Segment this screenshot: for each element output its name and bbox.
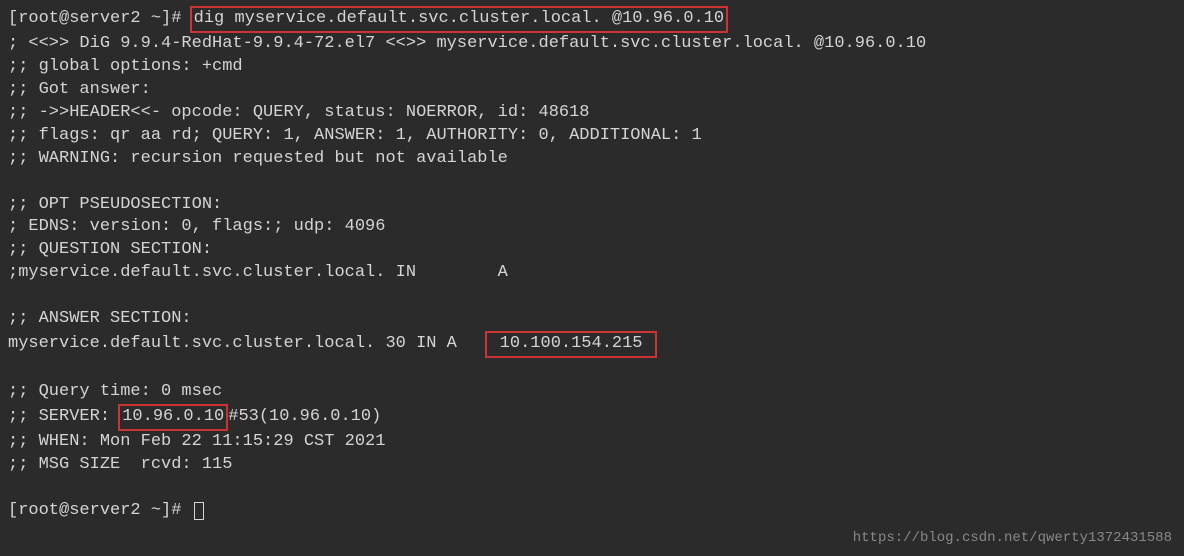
warning-line: ;; WARNING: recursion requested but not … (8, 148, 1176, 171)
blank-line (8, 477, 1176, 500)
question-header-line: ;; QUESTION SECTION: (8, 239, 1176, 262)
prompt-prefix: [root@server2 ~]# (8, 501, 192, 520)
command-highlight: dig myservice.default.svc.cluster.local.… (190, 6, 729, 33)
global-options-line: ;; global options: +cmd (8, 56, 1176, 79)
prompt-line-1[interactable]: [root@server2 ~]# dig myservice.default.… (8, 6, 1176, 33)
opt-section-line: ;; OPT PSEUDOSECTION: (8, 194, 1176, 217)
answer-record-line: myservice.default.svc.cluster.local. 30 … (8, 331, 1176, 358)
blank-line (8, 285, 1176, 308)
answer-prefix: myservice.default.svc.cluster.local. 30 … (8, 334, 487, 353)
blank-line (8, 358, 1176, 381)
prompt-prefix: [root@server2 ~]# (8, 9, 192, 28)
flags-line: ;; flags: qr aa rd; QUERY: 1, ANSWER: 1,… (8, 125, 1176, 148)
question-record-line: ;myservice.default.svc.cluster.local. IN… (8, 262, 1176, 285)
server-ip-highlight: 10.96.0.10 (118, 404, 228, 431)
terminal-output: [root@server2 ~]# dig myservice.default.… (6, 4, 1178, 525)
when-line: ;; WHEN: Mon Feb 22 11:15:29 CST 2021 (8, 431, 1176, 454)
server-line: ;; SERVER: 10.96.0.10#53(10.96.0.10) (8, 404, 1176, 431)
answer-header-line: ;; ANSWER SECTION: (8, 308, 1176, 331)
watermark-text: https://blog.csdn.net/qwerty1372431588 (853, 529, 1172, 548)
prompt-line-2[interactable]: [root@server2 ~]# (8, 500, 1176, 523)
blank-line (8, 171, 1176, 194)
dig-version-line: ; <<>> DiG 9.9.4-RedHat-9.9.4-72.el7 <<>… (8, 33, 1176, 56)
msg-size-line: ;; MSG SIZE rcvd: 115 (8, 454, 1176, 477)
answer-ip-highlight: 10.100.154.215 (485, 331, 656, 358)
query-time-line: ;; Query time: 0 msec (8, 381, 1176, 404)
server-suffix: #53(10.96.0.10) (228, 407, 381, 426)
edns-line: ; EDNS: version: 0, flags:; udp: 4096 (8, 216, 1176, 239)
header-line: ;; ->>HEADER<<- opcode: QUERY, status: N… (8, 102, 1176, 125)
server-prefix: ;; SERVER: (8, 407, 120, 426)
got-answer-line: ;; Got answer: (8, 79, 1176, 102)
cursor-icon (194, 502, 204, 520)
